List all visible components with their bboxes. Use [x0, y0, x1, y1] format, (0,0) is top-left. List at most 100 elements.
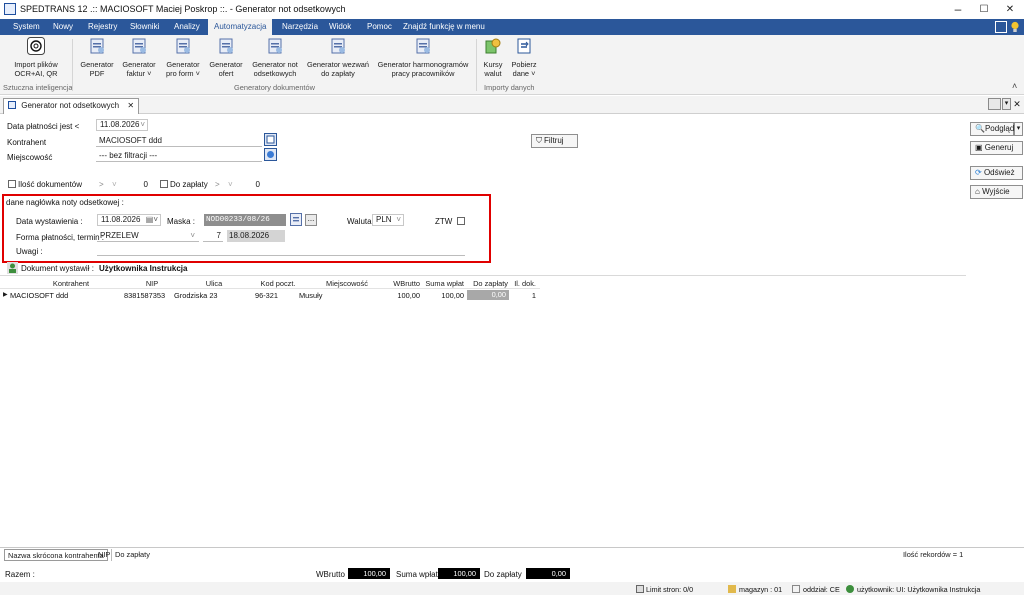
contractor-field[interactable]: MACIOSOFT ddd	[96, 135, 262, 147]
collapse-ribbon-button[interactable]: ˄	[1012, 81, 1017, 91]
due-date-value: 11.08.2026	[100, 120, 140, 129]
window-title: SPEDTRANS 12 .:: MACIOSOFT Maciej Poskro…	[20, 4, 346, 14]
payment-method-select[interactable]: PRZELEW ˅	[97, 230, 199, 242]
menu-tab-pomoc[interactable]: Pomoc	[361, 19, 398, 35]
menu-tab-system[interactable]: System	[7, 19, 46, 35]
menu-tab-widok[interactable]: Widok	[323, 19, 357, 35]
column-header-nip[interactable]: NIP	[132, 279, 172, 288]
generator-ofert-button[interactable]: Generator ofert	[207, 37, 245, 78]
column-header-il-dok[interactable]: Il. dok.	[510, 279, 536, 288]
close-button[interactable]: ✕	[996, 0, 1024, 19]
close-tab-icon[interactable]: ✕	[127, 101, 134, 110]
preview-button[interactable]: 🔍Podgląd	[970, 122, 1014, 136]
doc-count-value[interactable]: 0	[120, 180, 148, 189]
generate-button[interactable]: ▣ Generuj	[970, 141, 1023, 155]
kursy-walut-label-2: walut	[484, 69, 502, 78]
generator-proform-label-1: Generator	[166, 60, 200, 69]
pobierz-dane-button[interactable]: Pobierz dane ˅	[508, 37, 540, 78]
group-label-ai: Sztuczna inteligencja	[3, 83, 73, 92]
generator-faktur-button[interactable]: Generator faktur ˅	[119, 37, 159, 78]
cell-miejscowosc: Musuły	[299, 291, 323, 300]
currency-label: Waluta	[347, 217, 372, 226]
column-header-miejscowosc[interactable]: Miejscowość	[312, 279, 382, 288]
refresh-button[interactable]: ⟳ Odśwież	[970, 166, 1023, 180]
panel-layout-icon[interactable]	[988, 98, 1001, 110]
generator-proform-button[interactable]: Generator pro form ˅	[162, 37, 204, 78]
sort-tab-name[interactable]: Nazwa skrócona kontrahenta	[4, 549, 108, 561]
currency-value: PLN	[376, 215, 392, 224]
column-header-suma-wplat[interactable]: Suma wpłat	[422, 279, 464, 288]
tab-generator-not-odsetkowych[interactable]: Generator not odsetkowych ✕	[3, 98, 140, 114]
menu-tab-rejestry[interactable]: Rejestry	[82, 19, 123, 35]
currency-select[interactable]: PLN ˅	[372, 214, 404, 226]
close-panel-icon[interactable]: ✕	[1012, 98, 1022, 110]
table-row[interactable]: ▶ MACIOSOFT ddd 8381587353 Grodziska 23 …	[0, 289, 540, 300]
interest-note-generator-icon	[268, 38, 282, 54]
calendar-icon: ▤˅	[145, 215, 158, 224]
payment-term-days[interactable]: 7	[203, 230, 223, 242]
to-pay-checkbox[interactable]	[160, 180, 168, 188]
city-lookup-icon[interactable]	[264, 148, 277, 161]
payment-demand-generator-icon	[331, 38, 345, 54]
doc-count-operator[interactable]: >	[99, 180, 104, 189]
cell-suma-wplat: 100,00	[441, 291, 464, 300]
preview-dropdown-button[interactable]: ▾	[1014, 122, 1023, 136]
dropdown-arrow-icon[interactable]: ▾	[1002, 98, 1011, 110]
notes-field[interactable]	[97, 244, 465, 256]
column-header-kontrahent[interactable]: Kontrahent	[30, 279, 112, 288]
column-header-wbrutto[interactable]: WBrutto	[384, 279, 420, 288]
generator-harmonogramow-button[interactable]: Generator harmonogramów pracy pracownikó…	[374, 37, 472, 78]
status-bar: Limit stron: 0/0 magazyn : 01 oddział: C…	[0, 582, 1024, 595]
menu-tab-narzedzia[interactable]: Narzędzia	[276, 19, 324, 35]
menu-search-input[interactable]: Znajdź funkcję w menu	[403, 21, 485, 33]
group-label-generators: Generatory dokumentów	[234, 83, 315, 92]
generator-faktur-label-2: faktur ˅	[126, 69, 152, 78]
kursy-walut-button[interactable]: Kursy walut	[480, 37, 506, 78]
generator-pdf-button[interactable]: Generator PDF	[77, 37, 117, 78]
menu-tab-nowy[interactable]: Nowy	[47, 19, 79, 35]
group-label-imports: Importy danych	[484, 83, 535, 92]
column-header-do-zaplaty[interactable]: Do zapłaty	[468, 279, 508, 288]
generator-not-odsetkowych-button[interactable]: Generator not odsetkowych	[248, 37, 302, 78]
lightbulb-icon[interactable]	[1010, 21, 1020, 33]
menu-tab-slowniki[interactable]: Słowniki	[124, 19, 165, 35]
contractor-lookup-icon[interactable]	[264, 133, 277, 146]
doc-count-checkbox[interactable]	[8, 180, 16, 188]
to-pay-operator[interactable]: >	[215, 180, 220, 189]
filter-button[interactable]: ⛉ Filtruj	[531, 134, 578, 148]
generate-icon: ▣	[975, 143, 983, 152]
status-oddzial: oddział: CE	[803, 585, 840, 594]
generator-not-label-2: odsetkowych	[253, 69, 297, 78]
chevron-down-icon: ˅	[190, 231, 195, 240]
generator-wezwan-button[interactable]: Generator wezwań do zapłaty	[305, 37, 371, 78]
to-pay-value[interactable]: 0	[236, 180, 260, 189]
generator-ofert-label-1: Generator	[209, 60, 243, 69]
column-header-kod[interactable]: Kod poczt.	[253, 279, 303, 288]
menu-tab-analizy[interactable]: Analizy	[168, 19, 206, 35]
exit-label: Wyjście	[982, 187, 1010, 196]
minimize-button[interactable]: –	[944, 0, 972, 19]
tab-label: Generator not odsetkowych	[21, 101, 120, 110]
mask-field[interactable]: NOD00233/08/26	[204, 214, 286, 226]
city-field[interactable]: --- bez filtracji ---	[96, 150, 262, 162]
import-ocr-button[interactable]: Import plików OCR+AI, QR	[8, 37, 64, 78]
exit-button[interactable]: ⌂ Wyjście	[970, 185, 1023, 199]
menu-bar: System Nowy Rejestry Słowniki Analizy Au…	[0, 19, 1024, 35]
column-header-ulica[interactable]: Ulica	[186, 279, 242, 288]
issue-date-value: 11.08.2026	[101, 215, 141, 224]
menu-tab-automatyzacja[interactable]: Automatyzacja	[208, 19, 272, 35]
issue-date-picker[interactable]: 11.08.2026 ▤˅	[97, 214, 161, 226]
ribbon: Import plików OCR+AI, QR Sztuczna inteli…	[0, 35, 1024, 95]
filter-button-label: Filtruj	[544, 136, 564, 145]
totals-do-zaplaty-label: Do zapłaty	[484, 570, 522, 579]
due-date-label: Data płatności jest <	[7, 122, 80, 131]
sort-tab-do-zaplaty[interactable]: Do zapłaty	[115, 550, 150, 559]
chevron-down-icon: ˅	[112, 180, 117, 189]
maximize-button[interactable]: ☐	[970, 0, 998, 19]
sort-tab-nip[interactable]: NIP	[98, 550, 110, 559]
due-date-picker[interactable]: 11.08.2026 ˅	[96, 119, 148, 131]
window-layout-icon[interactable]	[995, 21, 1007, 33]
ztw-checkbox[interactable]	[457, 217, 465, 225]
mask-generate-icon[interactable]	[290, 213, 302, 226]
mask-ellipsis-button[interactable]: ...	[305, 214, 317, 226]
